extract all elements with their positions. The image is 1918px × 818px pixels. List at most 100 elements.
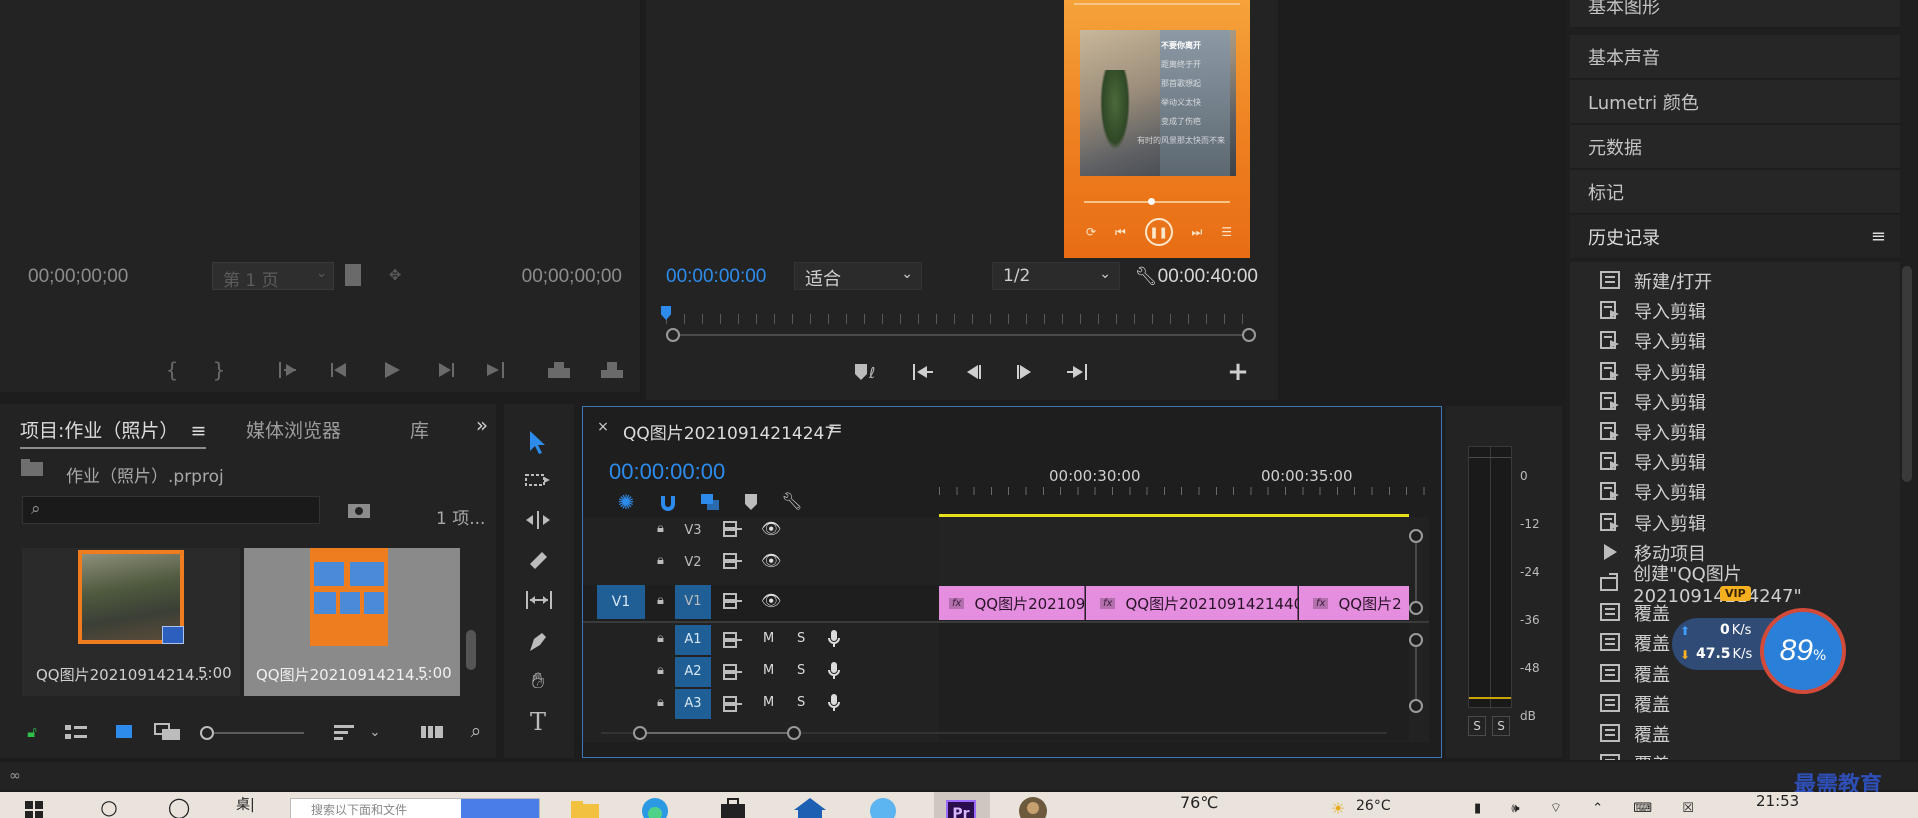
menu-icon[interactable]: ≡ bbox=[190, 420, 206, 442]
ripple-edit-tool-icon[interactable] bbox=[524, 508, 552, 532]
add-marker-icon[interactable] bbox=[743, 491, 759, 513]
snap-icon[interactable] bbox=[657, 491, 679, 513]
history-scrollbar[interactable] bbox=[1902, 266, 1912, 482]
sync-lock-icon[interactable] bbox=[723, 632, 743, 648]
fit-select[interactable]: 适合 ⌄ bbox=[794, 262, 922, 290]
lock-icon[interactable]: 🔒︎ bbox=[657, 695, 664, 710]
video-track-header[interactable]: 🔒︎ V3 👁︎ bbox=[583, 517, 939, 547]
creative-cloud-icon[interactable]: ∞ bbox=[6, 768, 24, 784]
mute-button[interactable]: M bbox=[763, 631, 774, 646]
cortana-icon[interactable]: ◯ bbox=[168, 795, 190, 818]
tab-media-browser[interactable]: 媒体浏览器 bbox=[246, 416, 341, 443]
sort-icon[interactable] bbox=[332, 722, 356, 742]
go-to-out-icon[interactable] bbox=[482, 358, 508, 382]
slider-handle[interactable] bbox=[200, 726, 214, 740]
vertical-zoom-handle[interactable] bbox=[1409, 529, 1423, 543]
solo-button[interactable]: S bbox=[1492, 716, 1510, 736]
tray-icons[interactable]: ▮ 🕪︎ ⌔ ⌃ ⌨︎ ☒ bbox=[1474, 798, 1694, 818]
mark-out-icon[interactable]: } bbox=[212, 358, 226, 382]
tab-library[interactable]: 库 bbox=[410, 416, 429, 443]
panel-item-metadata[interactable]: 元数据 bbox=[1570, 125, 1900, 169]
timeline-tab-title[interactable]: QQ图片20210914214247 bbox=[623, 419, 835, 444]
history-item[interactable]: 新建/打开 bbox=[1600, 266, 1712, 296]
audio-track-header[interactable]: 🔒︎ A2 M S bbox=[583, 657, 939, 687]
expand-panels-icon[interactable]: » bbox=[472, 413, 492, 437]
add-marker-icon[interactable]: ℓ bbox=[852, 360, 886, 384]
timeline-clip[interactable]: fx QQ图片20210914214406 bbox=[1086, 586, 1313, 620]
history-item[interactable]: 导入剪辑 bbox=[1600, 326, 1706, 356]
selection-tool-icon[interactable] bbox=[524, 428, 552, 456]
source-timecode-left[interactable]: 00;00;00;00 bbox=[28, 266, 128, 288]
panel-item-markers[interactable]: 标记 bbox=[1570, 170, 1900, 214]
time-ruler[interactable]: 00:00:30:00 00:00:35:00 bbox=[939, 467, 1429, 495]
find-icon[interactable]: ⌕ bbox=[466, 720, 486, 742]
avatar[interactable] bbox=[1016, 796, 1050, 818]
zoom-handle-right[interactable] bbox=[1242, 328, 1256, 342]
hand-tool-icon[interactable]: ✋︎ bbox=[524, 668, 552, 694]
history-item[interactable]: 导入剪辑 bbox=[1600, 417, 1706, 447]
horizontal-zoom-bar[interactable] bbox=[601, 725, 1387, 741]
video-track-header[interactable]: V1 🔒︎ V1 👁︎ bbox=[583, 585, 939, 621]
zoom-bar[interactable] bbox=[666, 326, 1256, 344]
timeline-clip[interactable]: fx QQ图片202109 bbox=[939, 586, 1085, 620]
history-item[interactable]: 覆盖 bbox=[1600, 719, 1670, 749]
search-icon[interactable]: ○ bbox=[98, 795, 120, 818]
track-target[interactable]: A2 bbox=[675, 657, 711, 687]
go-to-out-icon[interactable] bbox=[1064, 360, 1090, 384]
menu-icon[interactable]: ≡ bbox=[1871, 226, 1886, 247]
close-icon[interactable]: × bbox=[595, 419, 611, 435]
razor-tool-icon[interactable] bbox=[524, 548, 552, 572]
sync-lock-icon[interactable] bbox=[723, 521, 743, 537]
store-icon[interactable] bbox=[718, 798, 748, 818]
automate-sequence-icon[interactable] bbox=[420, 722, 444, 742]
sync-lock-icon[interactable] bbox=[723, 593, 743, 609]
microphone-icon[interactable] bbox=[827, 693, 841, 713]
panel-item-essential-graphics[interactable]: 基本图形 bbox=[1570, 0, 1900, 28]
history-item[interactable]: 覆盖 bbox=[1600, 749, 1670, 760]
wrench-icon[interactable]: 🔧︎ bbox=[781, 491, 803, 513]
slip-tool-icon[interactable] bbox=[524, 588, 554, 612]
step-forward-icon[interactable] bbox=[435, 358, 457, 382]
desktop-label[interactable]: 桌| bbox=[236, 794, 255, 814]
track-target[interactable]: A3 bbox=[675, 689, 711, 719]
resolution-select[interactable]: 1/2 ⌄ bbox=[992, 262, 1120, 290]
app-icon[interactable] bbox=[868, 796, 898, 818]
history-item[interactable]: 导入剪辑 bbox=[1600, 357, 1706, 387]
windows-start-icon[interactable] bbox=[24, 800, 44, 818]
track-target[interactable]: V2 bbox=[675, 549, 711, 577]
taskbar-search[interactable]: 搜索以下面和文件 bbox=[290, 798, 540, 818]
track-target[interactable]: V1 bbox=[675, 585, 711, 619]
solo-button[interactable]: S bbox=[797, 695, 805, 710]
page-select[interactable]: 第 1 页 ⌄ bbox=[212, 262, 334, 291]
close-icon[interactable]: ☒ bbox=[1682, 801, 1694, 816]
microphone-icon[interactable] bbox=[827, 661, 841, 681]
lock-icon[interactable]: 🔒︎ bbox=[657, 593, 664, 608]
zoom-handle-left[interactable] bbox=[666, 328, 680, 342]
network-folder-icon[interactable] bbox=[792, 796, 828, 818]
audio-track-header[interactable]: 🔒︎ A3 M S bbox=[583, 689, 939, 719]
new-search-bin-icon[interactable] bbox=[346, 500, 372, 520]
mute-button[interactable]: M bbox=[763, 695, 774, 710]
source-patch[interactable]: V1 bbox=[597, 585, 645, 619]
go-to-in-icon[interactable] bbox=[275, 358, 301, 382]
eye-icon[interactable]: 👁︎ bbox=[761, 519, 781, 538]
move-icon[interactable]: ✥ bbox=[385, 264, 405, 286]
battery-icon[interactable]: ▮ bbox=[1474, 801, 1481, 816]
solo-button[interactable]: S bbox=[1468, 716, 1486, 736]
freeform-view-icon[interactable] bbox=[154, 722, 182, 742]
linked-selection-icon[interactable] bbox=[699, 491, 721, 513]
eye-icon[interactable]: 👁︎ bbox=[761, 551, 781, 570]
search-input[interactable]: ⌕ bbox=[22, 496, 320, 524]
input-method-icon[interactable]: ⌨︎ bbox=[1633, 801, 1652, 816]
track-target[interactable]: A1 bbox=[675, 625, 711, 655]
lock-icon[interactable]: 🔒︎ bbox=[657, 521, 664, 536]
clip-thumbnail[interactable]: QQ图片20210914214... 5:00 bbox=[22, 548, 240, 696]
solo-button[interactable]: S bbox=[797, 663, 805, 678]
zoom-handle-left[interactable] bbox=[633, 726, 647, 740]
volume-icon[interactable]: 🕪︎ bbox=[1511, 801, 1519, 816]
chevron-down-icon[interactable]: ⌄ bbox=[368, 722, 382, 742]
icon-view-icon[interactable] bbox=[114, 722, 134, 742]
mute-button[interactable]: M bbox=[763, 663, 774, 678]
panel-item-essential-sound[interactable]: 基本声音 bbox=[1570, 35, 1900, 79]
history-item[interactable]: 导入剪辑 bbox=[1600, 296, 1706, 326]
